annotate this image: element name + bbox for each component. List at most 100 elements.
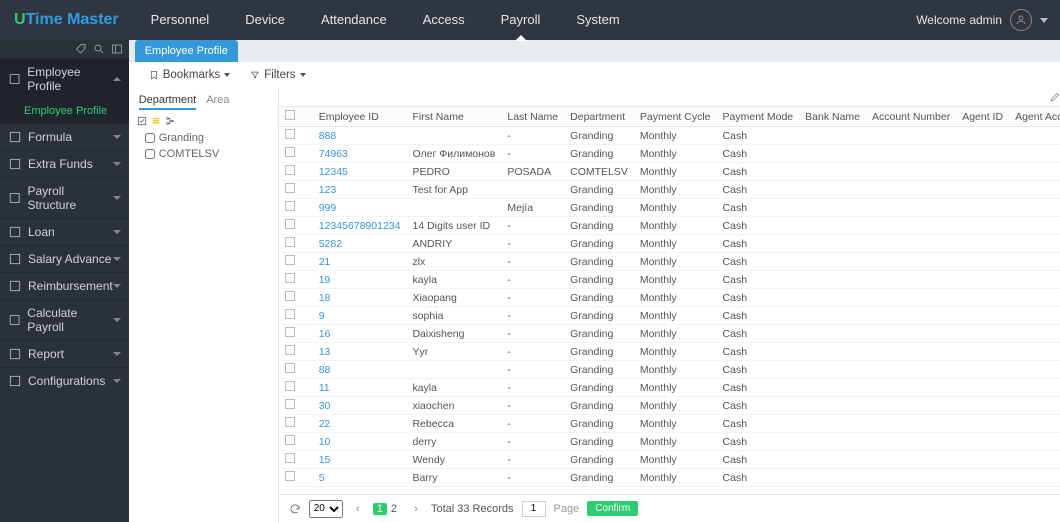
tree-icon[interactable]: [165, 116, 175, 126]
list-icon[interactable]: [151, 116, 161, 126]
sidebar-item-employee-profile[interactable]: Employee Profile: [0, 58, 129, 99]
table-row[interactable]: 15Wendy-GrandingMonthlyCash: [279, 451, 1060, 469]
row-check[interactable]: [285, 471, 295, 481]
prev-page-button[interactable]: ‹: [351, 502, 365, 516]
row-check[interactable]: [285, 417, 295, 427]
tree-node-check[interactable]: [145, 149, 155, 159]
cell-employee-id[interactable]: 9: [313, 307, 407, 325]
cell-employee-id[interactable]: 10: [313, 433, 407, 451]
nav-payroll[interactable]: Payroll: [483, 0, 559, 40]
table-row[interactable]: 11kayla-GrandingMonthlyCash: [279, 379, 1060, 397]
table-row[interactable]: 123Test for AppGrandingMonthlyCash: [279, 181, 1060, 199]
tree-tab-area[interactable]: Area: [206, 94, 229, 110]
grid-col-agent-account[interactable]: Agent Account: [1009, 107, 1060, 127]
user-menu-caret-icon[interactable]: [1040, 18, 1048, 23]
row-check[interactable]: [285, 435, 295, 445]
sidebar-item-report[interactable]: Report: [0, 340, 129, 367]
nav-access[interactable]: Access: [405, 0, 483, 40]
page-number[interactable]: 1: [373, 503, 387, 515]
collapse-panel-icon[interactable]: [111, 43, 123, 55]
nav-attendance[interactable]: Attendance: [303, 0, 405, 40]
table-row[interactable]: 22Rebecca-GrandingMonthlyCash: [279, 415, 1060, 433]
page-number[interactable]: 2: [387, 503, 401, 515]
table-row[interactable]: 10derry-GrandingMonthlyCash: [279, 433, 1060, 451]
table-row[interactable]: 30xiaochen-GrandingMonthlyCash: [279, 397, 1060, 415]
table-row[interactable]: 13Yyr-GrandingMonthlyCash: [279, 343, 1060, 361]
cell-employee-id[interactable]: 19: [313, 271, 407, 289]
row-check[interactable]: [285, 291, 295, 301]
row-check[interactable]: [285, 165, 295, 175]
row-check[interactable]: [285, 381, 295, 391]
table-row[interactable]: 999MejíaGrandingMonthlyCash: [279, 199, 1060, 217]
table-row[interactable]: 19kayla-GrandingMonthlyCash: [279, 271, 1060, 289]
cell-employee-id[interactable]: 22: [313, 415, 407, 433]
row-check[interactable]: [285, 201, 295, 211]
cell-employee-id[interactable]: 13: [313, 343, 407, 361]
grid-col-employee-id[interactable]: Employee ID: [313, 107, 407, 127]
row-check[interactable]: [285, 345, 295, 355]
sidebar-sub-employee-profile[interactable]: Employee Profile: [0, 99, 129, 123]
nav-system[interactable]: System: [558, 0, 637, 40]
search-icon[interactable]: [93, 43, 105, 55]
grid-col-payment-mode[interactable]: Payment Mode: [717, 107, 800, 127]
row-check[interactable]: [285, 273, 295, 283]
cell-employee-id[interactable]: 30: [313, 397, 407, 415]
bookmarks-button[interactable]: Bookmarks: [149, 69, 231, 81]
row-check[interactable]: [285, 399, 295, 409]
cell-employee-id[interactable]: 12345678901234: [313, 217, 407, 235]
table-row[interactable]: 5282ANDRIY-GrandingMonthlyCash: [279, 235, 1060, 253]
cell-employee-id[interactable]: 5282: [313, 235, 407, 253]
sidebar-item-salary-advance[interactable]: Salary Advance: [0, 245, 129, 272]
check-all-icon[interactable]: [137, 116, 147, 126]
row-check[interactable]: [285, 255, 295, 265]
cell-employee-id[interactable]: 18: [313, 289, 407, 307]
row-check[interactable]: [285, 129, 295, 139]
sidebar-item-payroll-structure[interactable]: Payroll Structure: [0, 177, 129, 218]
table-row[interactable]: 5Barry-GrandingMonthlyCash: [279, 469, 1060, 487]
cell-employee-id[interactable]: 16: [313, 325, 407, 343]
cell-employee-id[interactable]: 11: [313, 379, 407, 397]
grid-col-last-name[interactable]: Last Name: [501, 107, 564, 127]
cell-employee-id[interactable]: 123: [313, 181, 407, 199]
cell-employee-id[interactable]: 15: [313, 451, 407, 469]
row-check[interactable]: [285, 327, 295, 337]
cell-employee-id[interactable]: 12345: [313, 163, 407, 181]
select-all-check[interactable]: [285, 110, 295, 120]
cell-employee-id[interactable]: 74963: [313, 145, 407, 163]
sidebar-item-loan[interactable]: Loan: [0, 218, 129, 245]
confirm-page-button[interactable]: Confirm: [587, 501, 638, 516]
tree-node-check[interactable]: [145, 133, 155, 143]
nav-personnel[interactable]: Personnel: [133, 0, 228, 40]
grid-col-payment-cycle[interactable]: Payment Cycle: [634, 107, 717, 127]
sidebar-item-configurations[interactable]: Configurations: [0, 367, 129, 394]
nav-device[interactable]: Device: [227, 0, 303, 40]
table-row[interactable]: 88-GrandingMonthlyCash: [279, 361, 1060, 379]
edit-icon[interactable]: [1049, 91, 1060, 103]
table-row[interactable]: 1234567890123414 Digits user ID-Granding…: [279, 217, 1060, 235]
table-row[interactable]: 9sophia-GrandingMonthlyCash: [279, 307, 1060, 325]
grid-col-account-number[interactable]: Account Number: [866, 107, 956, 127]
row-check[interactable]: [285, 237, 295, 247]
tree-tab-department[interactable]: Department: [139, 94, 196, 110]
row-check[interactable]: [285, 309, 295, 319]
sidebar-item-extra-funds[interactable]: Extra Funds: [0, 150, 129, 177]
row-check[interactable]: [285, 453, 295, 463]
sidebar-item-calculate-payroll[interactable]: Calculate Payroll: [0, 299, 129, 340]
grid-col-bank-name[interactable]: Bank Name: [799, 107, 866, 127]
table-row[interactable]: 12345PEDROPOSADACOMTELSVMonthlyCash: [279, 163, 1060, 181]
cell-employee-id[interactable]: 888: [313, 127, 407, 145]
table-row[interactable]: 16Daixisheng-GrandingMonthlyCash: [279, 325, 1060, 343]
row-check[interactable]: [285, 147, 295, 157]
filters-button[interactable]: Filters: [250, 69, 305, 81]
sidebar-item-reimbursement[interactable]: Reimbursement: [0, 272, 129, 299]
cell-employee-id[interactable]: 88: [313, 361, 407, 379]
page-input[interactable]: [522, 501, 546, 517]
cell-employee-id[interactable]: 21: [313, 253, 407, 271]
tree-node[interactable]: COMTELSV: [145, 146, 272, 162]
row-check[interactable]: [285, 219, 295, 229]
table-row[interactable]: 21zlx-GrandingMonthlyCash: [279, 253, 1060, 271]
user-avatar-button[interactable]: [1010, 9, 1032, 31]
row-check[interactable]: [285, 183, 295, 193]
reload-icon[interactable]: [289, 503, 301, 515]
tab-employee-profile[interactable]: Employee Profile: [135, 40, 238, 62]
